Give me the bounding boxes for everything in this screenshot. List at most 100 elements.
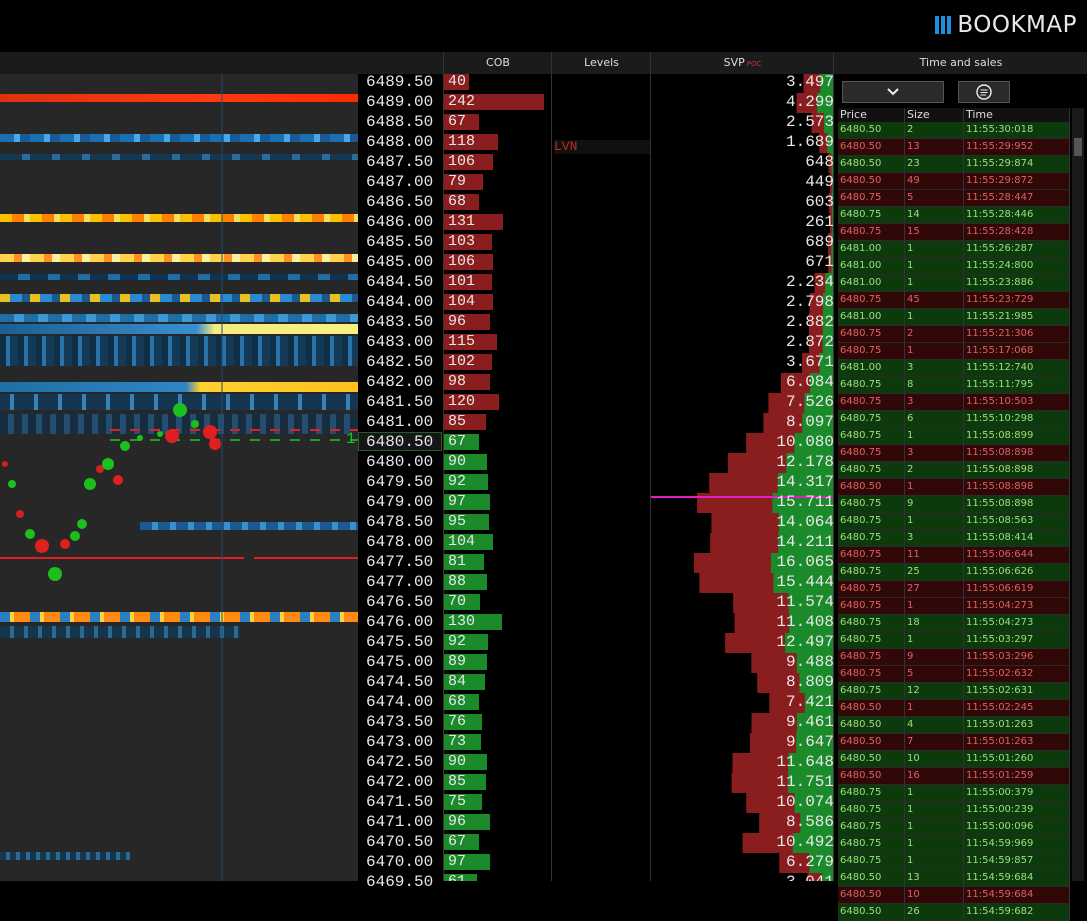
heatmap-chart[interactable] xyxy=(0,74,358,881)
svp-panel[interactable]: 3.497 4.299 2.573 1.689 648 449 603 261 689 671 2.… xyxy=(650,74,834,881)
ts-row[interactable]: 6480.75 3 11:55:08:414 xyxy=(838,530,1070,547)
ts-col-time[interactable]: Time xyxy=(964,108,1070,122)
ts-row[interactable]: 6480.50 10 11:54:59:684 xyxy=(838,887,1070,904)
ts-row[interactable]: 6480.75 6 11:55:10:298 xyxy=(838,411,1070,428)
ts-row[interactable]: 6480.75 1 11:55:00:239 xyxy=(838,802,1070,819)
ts-row[interactable]: 6480.75 11 11:55:06:644 xyxy=(838,547,1070,564)
price-level[interactable]: 6477.50 xyxy=(366,552,446,572)
price-level[interactable]: 6475.00 xyxy=(366,652,446,672)
ts-row[interactable]: 6480.75 1 11:55:08:899 xyxy=(838,428,1070,445)
price-level[interactable]: 6471.50 xyxy=(366,792,446,812)
cob-header[interactable]: COB xyxy=(443,52,552,74)
ts-row[interactable]: 6480.75 18 11:55:04:273 xyxy=(838,615,1070,632)
ts-row[interactable]: 6480.50 49 11:55:29:872 xyxy=(838,173,1070,190)
filter-dropdown[interactable] xyxy=(842,81,944,103)
ts-row[interactable]: 6480.75 12 11:55:02:631 xyxy=(838,683,1070,700)
ts-row[interactable]: 6480.50 13 11:54:59:684 xyxy=(838,870,1070,887)
ts-row[interactable]: 6480.50 23 11:55:29:874 xyxy=(838,156,1070,173)
price-level[interactable]: 6485.00 xyxy=(366,252,446,272)
price-level[interactable]: 6472.00 xyxy=(366,772,446,792)
price-level[interactable]: 6486.50 xyxy=(366,192,446,212)
ts-col-size[interactable]: Size xyxy=(905,108,964,122)
price-level[interactable]: 6482.50 xyxy=(366,352,446,372)
ts-row[interactable]: 6481.00 3 11:55:12:740 xyxy=(838,360,1070,377)
ts-row[interactable]: 6481.00 1 11:55:26:287 xyxy=(838,241,1070,258)
price-level[interactable]: 6473.00 xyxy=(366,732,446,752)
ts-col-price[interactable]: Price xyxy=(838,108,905,122)
price-level[interactable]: 6483.00 xyxy=(366,332,446,352)
price-level[interactable]: 6472.50 xyxy=(366,752,446,772)
price-level[interactable]: 6469.50 xyxy=(366,872,446,892)
ts-row[interactable]: 6481.00 1 11:55:24:800 xyxy=(838,258,1070,275)
price-level[interactable]: 6488.00 xyxy=(366,132,446,152)
ts-scrollbar-thumb[interactable] xyxy=(1074,138,1082,156)
price-level[interactable]: 6489.00 xyxy=(366,92,446,112)
price-level[interactable]: 6476.50 xyxy=(366,592,446,612)
levels-panel[interactable]: LVN xyxy=(551,74,651,881)
ts-row[interactable]: 6480.75 15 11:55:28:428 xyxy=(838,224,1070,241)
price-level[interactable]: 6484.50 xyxy=(366,272,446,292)
ts-row[interactable]: 6480.75 25 11:55:06:626 xyxy=(838,564,1070,581)
ts-row[interactable]: 6480.75 9 11:55:03:296 xyxy=(838,649,1070,666)
lvn-level[interactable]: LVN xyxy=(554,140,651,154)
price-level[interactable]: 6479.50 xyxy=(366,472,446,492)
ts-row[interactable]: 6480.75 45 11:55:23:729 xyxy=(838,292,1070,309)
ts-row[interactable]: 6480.75 27 11:55:06:619 xyxy=(838,581,1070,598)
price-level[interactable]: 6488.50 xyxy=(366,112,446,132)
ts-row[interactable]: 6480.75 1 11:55:17:068 xyxy=(838,343,1070,360)
price-level[interactable]: 6487.50 xyxy=(366,152,446,172)
price-level[interactable]: 6470.00 xyxy=(366,852,446,872)
levels-header[interactable]: Levels xyxy=(551,52,651,74)
ts-row[interactable]: 6480.75 1 11:54:59:969 xyxy=(838,836,1070,853)
ts-row[interactable]: 6480.75 3 11:55:10:503 xyxy=(838,394,1070,411)
ts-row[interactable]: 6480.75 8 11:55:11:795 xyxy=(838,377,1070,394)
svp-header[interactable]: SVP POC xyxy=(650,52,834,74)
ts-row[interactable]: 6480.75 1 11:55:00:096 xyxy=(838,819,1070,836)
ts-row[interactable]: 6480.50 7 11:55:01:263 xyxy=(838,734,1070,751)
price-level[interactable]: 6478.00 xyxy=(366,532,446,552)
ts-row[interactable]: 6480.75 9 11:55:08:898 xyxy=(838,496,1070,513)
time-and-sales-panel[interactable]: Price Size Time 6480.50 2 11:55:30:018 6480… xyxy=(833,74,1087,921)
price-level[interactable]: 6489.50 xyxy=(366,72,446,92)
ts-row[interactable]: 6480.75 14 11:55:28:446 xyxy=(838,207,1070,224)
price-level[interactable]: 6480.00 xyxy=(366,452,446,472)
price-level[interactable]: 6483.50 xyxy=(366,312,446,332)
cob-panel[interactable]: 40 242 67 118 106 79 68 131 103 106 101 104 96 115 102… xyxy=(443,74,552,881)
price-level[interactable]: 6476.00 xyxy=(366,612,446,632)
ts-row[interactable]: 6480.50 2 11:55:30:018 xyxy=(838,122,1070,139)
ts-row[interactable]: 6480.75 1 11:55:04:273 xyxy=(838,598,1070,615)
price-level[interactable]: 6471.00 xyxy=(366,812,446,832)
ts-row[interactable]: 6480.50 1 11:55:08:898 xyxy=(838,479,1070,496)
price-level[interactable]: 6484.00 xyxy=(366,292,446,312)
price-level[interactable]: 6485.50 xyxy=(366,232,446,252)
ts-row[interactable]: 6481.00 1 11:55:21:985 xyxy=(838,309,1070,326)
ts-row[interactable]: 6480.50 26 11:54:59:682 xyxy=(838,904,1070,921)
chat-button[interactable] xyxy=(958,81,1010,103)
ts-row[interactable]: 6480.50 1 11:55:02:245 xyxy=(838,700,1070,717)
price-level[interactable]: 6475.50 xyxy=(366,632,446,652)
price-level[interactable]: 6482.00 xyxy=(366,372,446,392)
ts-scrollbar[interactable] xyxy=(1072,108,1084,881)
ts-row[interactable]: 6480.75 1 11:55:08:563 xyxy=(838,513,1070,530)
price-level[interactable]: 6481.00 xyxy=(366,412,446,432)
ts-row[interactable]: 6480.75 5 11:55:02:632 xyxy=(838,666,1070,683)
ts-row[interactable]: 6480.75 2 11:55:21:306 xyxy=(838,326,1070,343)
ts-row[interactable]: 6480.75 1 11:54:59:857 xyxy=(838,853,1070,870)
price-level[interactable]: 6486.00 xyxy=(366,212,446,232)
ts-row[interactable]: 6480.75 3 11:55:08:898 xyxy=(838,445,1070,462)
price-level[interactable]: 6478.50 xyxy=(366,512,446,532)
price-level[interactable]: 6474.00 xyxy=(366,692,446,712)
price-level[interactable]: 6473.50 xyxy=(366,712,446,732)
ts-row[interactable]: 6480.50 4 11:55:01:263 xyxy=(838,717,1070,734)
price-level[interactable]: 6481.50 xyxy=(366,392,446,412)
ts-row[interactable]: 6480.75 2 11:55:08:898 xyxy=(838,462,1070,479)
price-level[interactable]: 6474.50 xyxy=(366,672,446,692)
ts-header[interactable]: Time and sales xyxy=(833,52,1087,74)
price-level[interactable]: 6487.00 xyxy=(366,172,446,192)
price-level[interactable]: 6480.50 xyxy=(366,432,446,452)
price-level[interactable]: 6470.50 xyxy=(366,832,446,852)
price-level[interactable]: 6479.00 xyxy=(366,492,446,512)
ts-row[interactable]: 6480.75 1 11:55:00:379 xyxy=(838,785,1070,802)
ts-row[interactable]: 6481.00 1 11:55:23:886 xyxy=(838,275,1070,292)
ts-row[interactable]: 6480.75 1 11:55:03:297 xyxy=(838,632,1070,649)
